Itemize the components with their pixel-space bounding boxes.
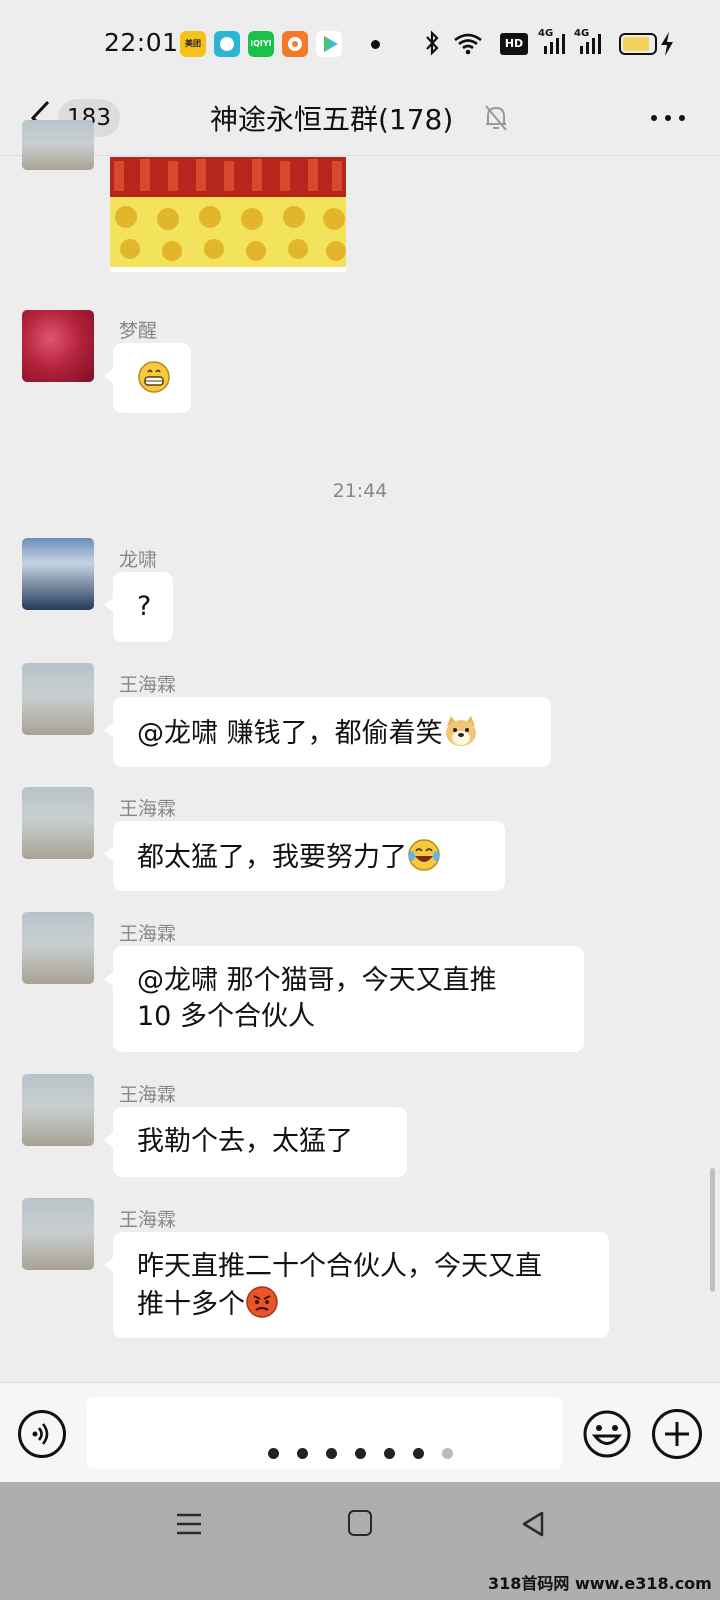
sender-name: 梦醒 [119, 320, 158, 342]
app2-icon [214, 31, 240, 57]
message-bubble[interactable]: ? [104, 572, 173, 642]
message-bubble[interactable]: 我勒个去，太猛了 [104, 1107, 407, 1177]
status-time: 22:01 [104, 28, 179, 57]
avatar[interactable] [22, 310, 94, 382]
bluetooth-icon [426, 30, 439, 56]
chat-header: 183 神途永恒五群(178) [0, 84, 720, 156]
emoji-button[interactable] [582, 1409, 632, 1459]
page-indicator [268, 1444, 471, 1459]
plus-icon [665, 1422, 689, 1446]
input-bar [0, 1382, 720, 1482]
message-text: 推十多个 [137, 1289, 245, 1320]
recent-apps-icon[interactable] [176, 1512, 202, 1536]
nav-back-icon[interactable] [520, 1510, 546, 1538]
sticker-image[interactable] [110, 157, 346, 272]
signal-icon: 4G [574, 28, 606, 56]
status-bar: 22:01 美团 iQIYI HD 4G 4G [0, 0, 720, 84]
message-bubble[interactable]: @龙啸 那个猫哥，今天又直推 10 多个合伙人 [104, 946, 584, 1052]
mute-bell-icon [485, 105, 507, 131]
sender-name: 王海霖 [119, 923, 177, 945]
voice-input-button[interactable] [18, 1410, 66, 1458]
doge-emoji-icon [445, 716, 476, 746]
timestamp: 21:44 [332, 480, 388, 502]
avatar[interactable] [22, 912, 94, 984]
wifi-icon [454, 33, 482, 55]
chat-title: 神途永恒五群(178) [210, 103, 454, 136]
message-input[interactable] [87, 1397, 562, 1469]
watermark-text: 318首码网 www.e318.com [488, 1574, 712, 1593]
scrollbar[interactable] [710, 1168, 715, 1292]
avatar[interactable] [22, 538, 94, 610]
message-text: 昨天直推二十个合伙人，今天又直 [137, 1251, 542, 1282]
avatar[interactable] [22, 663, 94, 735]
app4-icon [282, 31, 308, 57]
message-text: @龙啸 那个猫哥，今天又直推 [137, 965, 497, 996]
sender-name: 龙啸 [119, 549, 158, 571]
hd-icon: HD [500, 33, 528, 55]
home-icon[interactable] [348, 1510, 372, 1536]
battery-icon [619, 33, 657, 55]
sender-name: 王海霖 [119, 674, 177, 696]
avatar[interactable] [22, 1074, 94, 1146]
sender-name: 王海霖 [119, 1209, 177, 1231]
message-text: ? [137, 591, 152, 622]
message-text: @龙啸 赚钱了，都偷着笑 [137, 718, 443, 749]
message-bubble[interactable] [104, 343, 191, 413]
signal-icon: 4G [538, 28, 570, 56]
sender-name: 王海霖 [119, 1084, 177, 1106]
sender-name: 王海霖 [119, 798, 177, 820]
message-bubble[interactable]: @龙啸 赚钱了，都偷着笑 [104, 697, 551, 767]
smiley-icon [583, 1410, 631, 1458]
video-app-icon [316, 31, 342, 57]
message-text: 我勒个去，太猛了 [137, 1126, 353, 1157]
message-bubble[interactable]: 昨天直推二十个合伙人，今天又直 推十多个 [104, 1232, 609, 1338]
charging-icon [661, 32, 673, 56]
avatar[interactable] [22, 1198, 94, 1270]
iqiyi-app-icon: iQIYI [248, 31, 274, 57]
message-text: 10 多个合伙人 [137, 1001, 315, 1032]
voice-icon [32, 1423, 49, 1445]
angry-emoji-icon [246, 1286, 278, 1318]
message-bubble[interactable]: 都太猛了，我要努力了 [104, 821, 505, 891]
message-text: 都太猛了，我要努力了 [137, 842, 407, 873]
more-options-icon[interactable] [648, 108, 688, 128]
meituan-app-icon: 美团 [180, 31, 206, 57]
grin-emoji-icon [138, 361, 170, 393]
avatar[interactable] [22, 787, 94, 859]
laugh-tears-emoji-icon [408, 839, 440, 871]
more-functions-button[interactable] [652, 1409, 702, 1459]
notification-dot-icon [371, 40, 380, 49]
avatar[interactable] [22, 120, 94, 170]
